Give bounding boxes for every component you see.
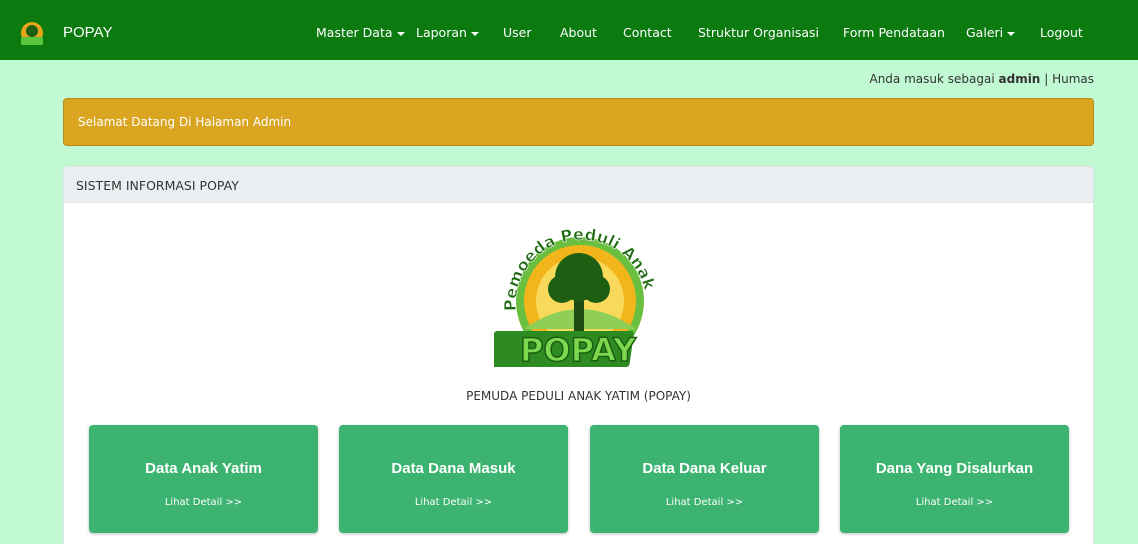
caret-down-icon xyxy=(396,31,405,36)
card-detail-link[interactable]: Lihat Detail >> xyxy=(590,497,819,508)
panel-title: SISTEM INFORMASI POPAY xyxy=(76,178,239,193)
nav-galeri-label: Galeri xyxy=(966,25,1004,40)
nav-contact[interactable]: Contact xyxy=(623,25,672,41)
card-title: Dana Yang Disalurkan xyxy=(875,460,1034,477)
nav-struktur-organisasi[interactable]: Struktur Organisasi xyxy=(698,25,819,41)
caret-down-icon xyxy=(1007,31,1016,36)
nav-about[interactable]: About xyxy=(560,25,597,41)
nav-galeri[interactable]: Galeri xyxy=(966,25,1016,41)
panel-heading: SISTEM INFORMASI POPAY xyxy=(64,167,1093,203)
welcome-text: Selamat Datang Di Halaman Admin xyxy=(78,115,292,129)
login-role: Humas xyxy=(1052,72,1094,86)
popay-emblem-logo: Pemoeda Peduli Anak Yatim POPAY xyxy=(494,219,661,370)
nav-laporan-label: Laporan xyxy=(416,25,467,40)
card-data-anak-yatim[interactable]: Data Anak Yatim Lihat Detail >> xyxy=(89,425,318,533)
card-dana-yang-disalurkan[interactable]: Dana Yang Disalurkan Lihat Detail >> xyxy=(840,425,1069,533)
info-panel: SISTEM INFORMASI POPAY Pemoeda Peduli An… xyxy=(63,166,1094,544)
navbar: POPAY Master Data Laporan User About Con… xyxy=(0,0,1138,60)
brand-name[interactable]: POPAY xyxy=(63,24,112,42)
card-title: Data Dana Keluar xyxy=(642,460,767,477)
caret-down-icon xyxy=(470,31,479,36)
nav-form-pendataan[interactable]: Form Pendataan xyxy=(843,25,945,41)
login-info: Anda masuk sebagai admin | Humas xyxy=(869,72,1094,86)
nav-master-data-label: Master Data xyxy=(316,25,393,40)
login-username: admin xyxy=(998,72,1041,86)
logo-word: POPAY xyxy=(520,331,637,369)
nav-laporan[interactable]: Laporan xyxy=(416,25,479,41)
nav-logout[interactable]: Logout xyxy=(1040,25,1083,41)
nav-user[interactable]: User xyxy=(503,25,532,41)
login-prefix: Anda masuk sebagai xyxy=(869,72,995,86)
card-detail-link[interactable]: Lihat Detail >> xyxy=(840,497,1069,508)
card-data-dana-keluar[interactable]: Data Dana Keluar Lihat Detail >> xyxy=(590,425,819,533)
card-detail-link[interactable]: Lihat Detail >> xyxy=(339,497,568,508)
card-title: Data Anak Yatim xyxy=(145,460,262,477)
card-title: Data Dana Masuk xyxy=(391,460,516,477)
login-separator: | xyxy=(1044,72,1049,86)
org-caption: PEMUDA PEDULI ANAK YATIM (POPAY) xyxy=(466,389,691,403)
welcome-alert: Selamat Datang Di Halaman Admin xyxy=(63,98,1094,146)
card-data-dana-masuk[interactable]: Data Dana Masuk Lihat Detail >> xyxy=(339,425,568,533)
card-detail-link[interactable]: Lihat Detail >> xyxy=(89,497,318,508)
popay-logo-icon[interactable] xyxy=(18,20,46,48)
nav-master-data[interactable]: Master Data xyxy=(316,25,405,41)
